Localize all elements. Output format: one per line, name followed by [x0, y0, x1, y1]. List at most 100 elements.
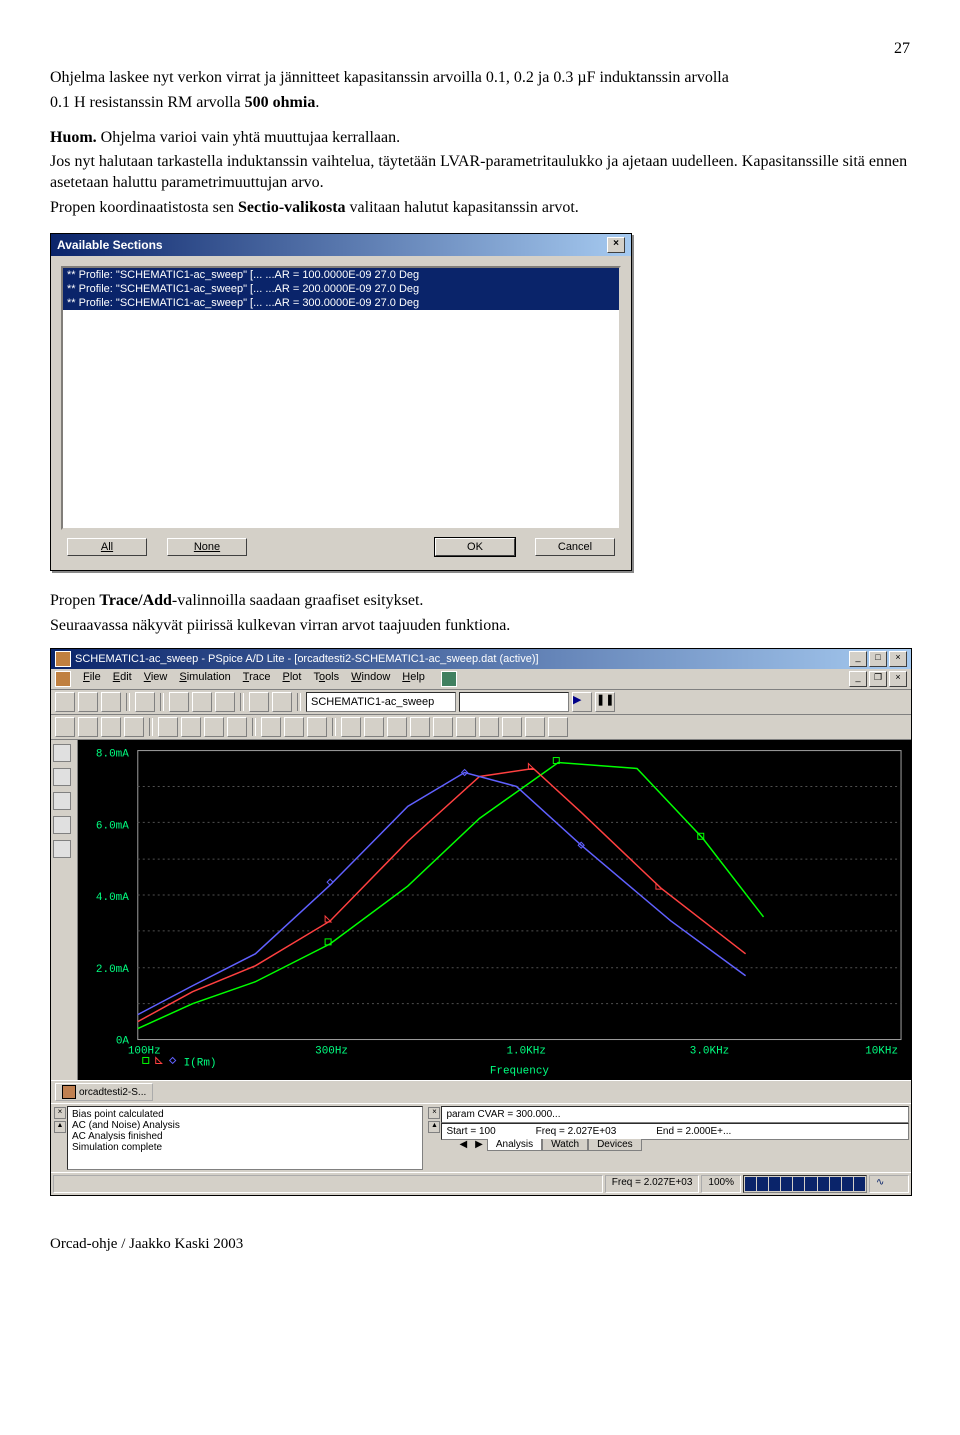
menu-file[interactable]: File: [83, 671, 101, 687]
list-item[interactable]: ** Profile: "SCHEMATIC1-ac_sweep" [... .…: [63, 296, 619, 310]
svg-text:2.0mA: 2.0mA: [96, 964, 129, 976]
zoom-out-icon[interactable]: [78, 717, 98, 737]
app-title: SCHEMATIC1-ac_sweep - PSpice A/D Lite - …: [75, 653, 845, 665]
app-titlebar: SCHEMATIC1-ac_sweep - PSpice A/D Lite - …: [51, 649, 911, 669]
tool-icon[interactable]: [456, 717, 476, 737]
sidebar-icon[interactable]: [53, 816, 71, 834]
tab-analysis[interactable]: Analysis: [487, 1139, 542, 1151]
tool-icon[interactable]: [261, 717, 281, 737]
svg-text:100Hz: 100Hz: [128, 1046, 161, 1058]
activity-icon: ∿: [869, 1175, 909, 1193]
tool-icon[interactable]: [284, 717, 304, 737]
text: -valinnoilla saadaan graafiset esitykset…: [172, 592, 423, 609]
copy-icon[interactable]: [192, 692, 212, 712]
mdi-minimize-icon[interactable]: _: [849, 671, 867, 687]
tool-icon[interactable]: [181, 717, 201, 737]
list-item[interactable]: ** Profile: "SCHEMATIC1-ac_sweep" [... .…: [63, 268, 619, 282]
tool-icon[interactable]: [548, 717, 568, 737]
zoom-area-icon[interactable]: [101, 717, 121, 737]
tool-icon[interactable]: [307, 717, 327, 737]
available-sections-dialog: Available Sections × ** Profile: "SCHEMA…: [50, 233, 632, 571]
print-icon[interactable]: [135, 692, 155, 712]
pause-icon[interactable]: ❚❚: [595, 692, 615, 712]
tab-devices[interactable]: Devices: [588, 1139, 642, 1151]
schematic-combo[interactable]: SCHEMATIC1-ac_sweep: [306, 692, 456, 712]
param-pane[interactable]: param CVAR = 300.000...: [441, 1106, 909, 1123]
undo-icon[interactable]: [249, 692, 269, 712]
plot-area[interactable]: 8.0mA 6.0mA 4.0mA 2.0mA 0A 100Hz 300Hz 1…: [78, 740, 911, 1080]
text: Propen koordinaatistosta sen: [50, 199, 238, 216]
menu-edit[interactable]: Edit: [113, 671, 132, 687]
dialog-title: Available Sections: [57, 238, 163, 252]
page-footer: Orcad-ohje / Jaakko Kaski 2003: [50, 1236, 910, 1253]
log-x-icon[interactable]: [204, 717, 224, 737]
tool-icon[interactable]: [341, 717, 361, 737]
svg-text:4.0mA: 4.0mA: [96, 892, 129, 904]
paragraph-2: 0.1 H resistanssin RM arvolla 500 ohmia.: [50, 93, 910, 114]
redo-icon[interactable]: [272, 692, 292, 712]
all-button[interactable]: All: [67, 538, 147, 556]
menu-tools[interactable]: Tools: [313, 671, 339, 687]
log-pane[interactable]: Bias point calculated AC (and Noise) Ana…: [67, 1106, 423, 1170]
sidebar-icon[interactable]: [53, 840, 71, 858]
tool-icon[interactable]: [525, 717, 545, 737]
paragraph-7: Seuraavassa näkyvät piirissä kulkevan vi…: [50, 616, 910, 637]
tab-watch[interactable]: Watch: [542, 1139, 588, 1151]
paste-icon[interactable]: [215, 692, 235, 712]
help-icon[interactable]: [441, 671, 457, 687]
log-y-icon[interactable]: [227, 717, 247, 737]
svg-text:I(Rm): I(Rm): [184, 1058, 217, 1070]
close-icon[interactable]: ×: [428, 1107, 440, 1119]
status-pct: 100%: [701, 1175, 741, 1193]
menu-view[interactable]: View: [144, 671, 168, 687]
doc-label: orcadtesti2-S...: [79, 1087, 146, 1098]
sidebar-icon[interactable]: [53, 792, 71, 810]
run-icon[interactable]: ▶: [572, 692, 592, 712]
document-tab[interactable]: orcadtesti2-S...: [55, 1083, 153, 1101]
sidebar-icon[interactable]: [53, 768, 71, 786]
tool-icon[interactable]: [479, 717, 499, 737]
save-icon[interactable]: [101, 692, 121, 712]
sidebar-icon[interactable]: [53, 744, 71, 762]
paragraph-3: Huom. Ohjelma varioi vain yhtä muuttujaa…: [50, 128, 910, 149]
status-freq: Freq = 2.027E+03: [605, 1175, 700, 1193]
menu-trace[interactable]: Trace: [243, 671, 271, 687]
tool-icon[interactable]: [55, 692, 75, 712]
close-icon[interactable]: ×: [54, 1107, 66, 1119]
tool-icon[interactable]: [364, 717, 384, 737]
summary-pane[interactable]: Start = 100 Freq = 2.027E+03 End = 2.000…: [441, 1123, 909, 1140]
maximize-icon[interactable]: □: [869, 651, 887, 667]
close-icon[interactable]: ×: [607, 237, 625, 253]
close-icon[interactable]: ×: [889, 651, 907, 667]
menu-help[interactable]: Help: [402, 671, 425, 687]
mdi-close-icon[interactable]: ×: [889, 671, 907, 687]
tool-icon[interactable]: [410, 717, 430, 737]
svg-text:3.0KHz: 3.0KHz: [690, 1046, 729, 1058]
svg-text:300Hz: 300Hz: [315, 1046, 348, 1058]
empty-combo[interactable]: [459, 692, 569, 712]
arrow-icon[interactable]: ▲: [54, 1121, 66, 1133]
minimize-icon[interactable]: _: [849, 651, 867, 667]
arrow-icon[interactable]: ▲: [428, 1121, 440, 1133]
paragraph-1: Ohjelma laskee nyt verkon virrat ja jänn…: [50, 68, 910, 89]
cancel-button[interactable]: Cancel: [535, 538, 615, 556]
none-button[interactable]: None: [167, 538, 247, 556]
cut-icon[interactable]: [169, 692, 189, 712]
dialog-titlebar: Available Sections ×: [51, 234, 631, 256]
paragraph-4: Jos nyt halutaan tarkastella induktanssi…: [50, 152, 910, 194]
list-item[interactable]: ** Profile: "SCHEMATIC1-ac_sweep" [... .…: [63, 282, 619, 296]
tool-icon[interactable]: [433, 717, 453, 737]
tool-icon[interactable]: [387, 717, 407, 737]
menu-window[interactable]: Window: [351, 671, 390, 687]
zoom-in-icon[interactable]: [55, 717, 75, 737]
status-bar: Freq = 2.027E+03 100% ∿: [51, 1172, 911, 1195]
menu-plot[interactable]: Plot: [282, 671, 301, 687]
open-icon[interactable]: [78, 692, 98, 712]
ok-button[interactable]: OK: [435, 538, 515, 556]
mdi-restore-icon[interactable]: ❐: [869, 671, 887, 687]
sections-listbox[interactable]: ** Profile: "SCHEMATIC1-ac_sweep" [... .…: [61, 266, 621, 530]
zoom-fit-icon[interactable]: [124, 717, 144, 737]
tool-icon[interactable]: [158, 717, 178, 737]
tool-icon[interactable]: [502, 717, 522, 737]
menu-simulation[interactable]: Simulation: [179, 671, 230, 687]
